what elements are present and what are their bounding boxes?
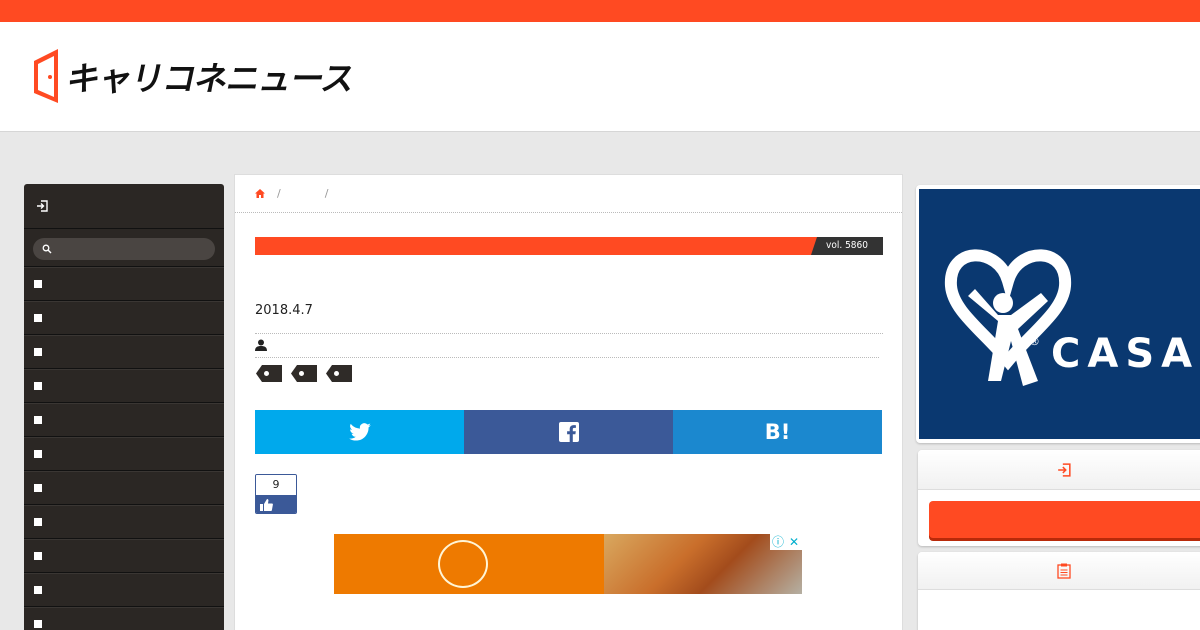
breadcrumb-separator: /	[324, 187, 329, 200]
article-card: / / vol. 5860 2018.4.7 B! 9 ⓘ ✕	[234, 174, 903, 630]
square-bullet-icon	[34, 484, 42, 492]
square-bullet-icon	[34, 620, 42, 628]
tag-list	[256, 365, 361, 382]
sidebar-item[interactable]	[24, 505, 224, 539]
user-icon	[255, 339, 267, 351]
heart-figure-logo-icon	[944, 249, 1072, 386]
square-bullet-icon	[34, 280, 42, 288]
tag[interactable]	[256, 365, 282, 382]
left-sidebar	[24, 184, 224, 630]
article-date: 2018.4.7	[255, 303, 883, 334]
vol-badge: vol. 5860	[811, 237, 883, 255]
search-input[interactable]	[33, 238, 215, 260]
sidebar-item[interactable]	[24, 437, 224, 471]
thumbs-up-icon	[260, 498, 273, 511]
facebook-like-box[interactable]: 9	[255, 474, 297, 514]
ad-brand-panel	[334, 534, 604, 594]
tag[interactable]	[291, 365, 317, 382]
sidebar-item[interactable]	[24, 539, 224, 573]
ad-info-icon[interactable]: ⓘ	[770, 534, 786, 550]
square-bullet-icon	[34, 552, 42, 560]
sidebar-item[interactable]	[24, 607, 224, 630]
advertisement[interactable]: ⓘ ✕	[334, 534, 802, 594]
sidebar-item[interactable]	[24, 471, 224, 505]
square-bullet-icon	[34, 518, 42, 526]
ad-food-image: ⓘ ✕	[604, 534, 802, 594]
site-name: キャリコネニュース	[63, 59, 358, 98]
top-accent-bar	[0, 0, 1200, 22]
login-icon	[1058, 462, 1071, 477]
square-bullet-icon	[34, 348, 42, 356]
door-logo-icon	[34, 49, 58, 103]
like-count: 9	[256, 475, 296, 495]
sidebar-item[interactable]	[24, 301, 224, 335]
login-box	[918, 450, 1200, 546]
hatena-bookmark-button[interactable]: B!	[673, 410, 882, 454]
register-box-header	[918, 552, 1200, 590]
facebook-icon	[558, 422, 579, 442]
sidebar-banner[interactable]: ® CASA	[916, 185, 1200, 443]
twitter-share-button[interactable]	[255, 410, 464, 454]
sidebar-item[interactable]	[24, 267, 224, 301]
sidebar-login[interactable]	[24, 184, 224, 229]
title-bar: vol. 5860	[255, 237, 883, 255]
search-icon	[42, 244, 52, 254]
tag[interactable]	[326, 365, 352, 382]
login-box-header	[918, 450, 1200, 490]
ad-logo-icon	[438, 540, 488, 588]
home-icon[interactable]	[255, 189, 265, 198]
square-bullet-icon	[34, 416, 42, 424]
casa-brand-text: CASA	[1051, 331, 1200, 377]
login-button[interactable]	[929, 501, 1200, 538]
facebook-share-button[interactable]	[464, 410, 673, 454]
square-bullet-icon	[34, 450, 42, 458]
sidebar-item[interactable]	[24, 369, 224, 403]
sidebar-item[interactable]	[24, 335, 224, 369]
login-icon	[37, 200, 48, 212]
registered-mark: ®	[1029, 335, 1040, 348]
breadcrumb: / /	[235, 175, 902, 213]
twitter-icon	[348, 423, 371, 441]
sidebar-search	[24, 229, 224, 267]
share-buttons: B!	[255, 410, 882, 454]
ad-controls: ⓘ ✕	[770, 534, 802, 550]
sidebar-item[interactable]	[24, 403, 224, 437]
sidebar-item[interactable]	[24, 573, 224, 607]
like-button[interactable]	[256, 495, 296, 513]
square-bullet-icon	[34, 382, 42, 390]
site-header: キャリコネニュース	[0, 22, 1200, 132]
square-bullet-icon	[34, 314, 42, 322]
clipboard-icon	[1057, 563, 1071, 579]
ad-close-icon[interactable]: ✕	[786, 534, 802, 550]
article-author	[255, 335, 879, 358]
register-box	[918, 552, 1200, 630]
square-bullet-icon	[34, 586, 42, 594]
breadcrumb-separator: /	[277, 187, 281, 200]
site-logo[interactable]: キャリコネニュース	[32, 46, 358, 106]
casa-banner-image: ® CASA	[919, 189, 1200, 439]
